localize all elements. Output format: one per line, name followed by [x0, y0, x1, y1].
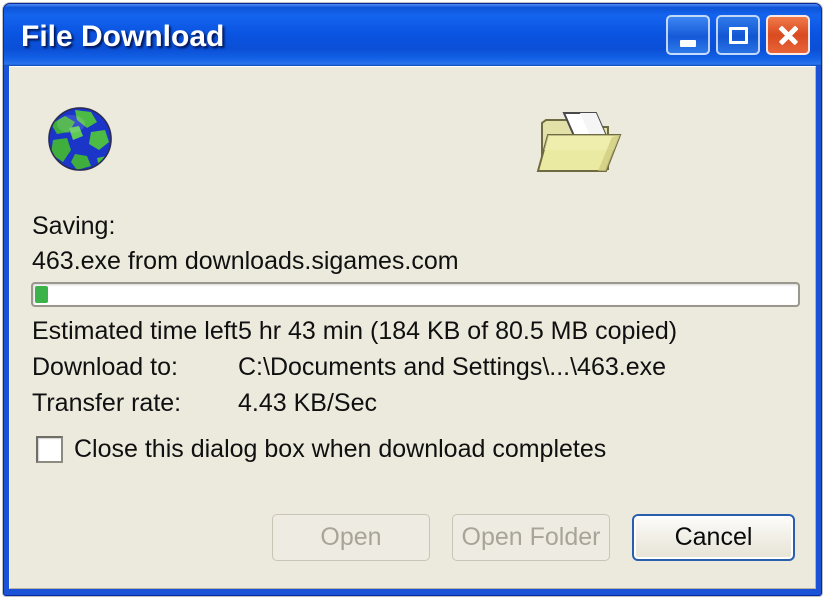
estimated-time-value: 5 hr 43 min (184 KB of 80.5 MB copied): [238, 317, 678, 345]
download-to-value: C:\Documents and Settings\...\463.exe: [238, 353, 667, 381]
globe-icon: [48, 107, 112, 171]
open-folder-button: Open Folder: [452, 514, 610, 561]
transfer-rate-label: Transfer rate:: [32, 389, 182, 417]
saving-filename: 463.exe from downloads.sigames.com: [32, 247, 459, 275]
window-controls: [666, 15, 810, 55]
close-on-complete-row[interactable]: Close this dialog box when download comp…: [36, 435, 606, 464]
maximize-button[interactable]: [716, 15, 760, 55]
minimize-button[interactable]: [666, 15, 710, 55]
icon-row: [10, 67, 815, 197]
file-download-dialog: File Download Saving: 463.exe from downl…: [3, 3, 822, 596]
close-button[interactable]: [766, 15, 810, 55]
maximize-icon: [728, 26, 748, 44]
close-on-complete-label: Close this dialog box when download comp…: [74, 435, 607, 463]
dialog-button-row: Open Open Folder Cancel: [272, 514, 795, 561]
estimated-time-label: Estimated time left: [32, 317, 238, 345]
open-button: Open: [272, 514, 430, 561]
transfer-rate-value: 4.43 KB/Sec: [238, 389, 377, 417]
close-icon: [777, 24, 799, 46]
download-to-label: Download to:: [32, 353, 178, 381]
close-on-complete-checkbox[interactable]: [36, 436, 63, 463]
cancel-button[interactable]: Cancel: [632, 514, 795, 561]
title-bar[interactable]: File Download: [4, 4, 821, 66]
window-title: File Download: [21, 20, 225, 53]
dialog-client-area: Saving: 463.exe from downloads.sigames.c…: [9, 66, 816, 589]
minimize-icon: [680, 39, 696, 47]
progress-fill: [35, 286, 48, 303]
open-folder-icon: [536, 112, 622, 172]
download-progress-bar: [31, 282, 800, 307]
saving-label: Saving:: [32, 212, 116, 240]
